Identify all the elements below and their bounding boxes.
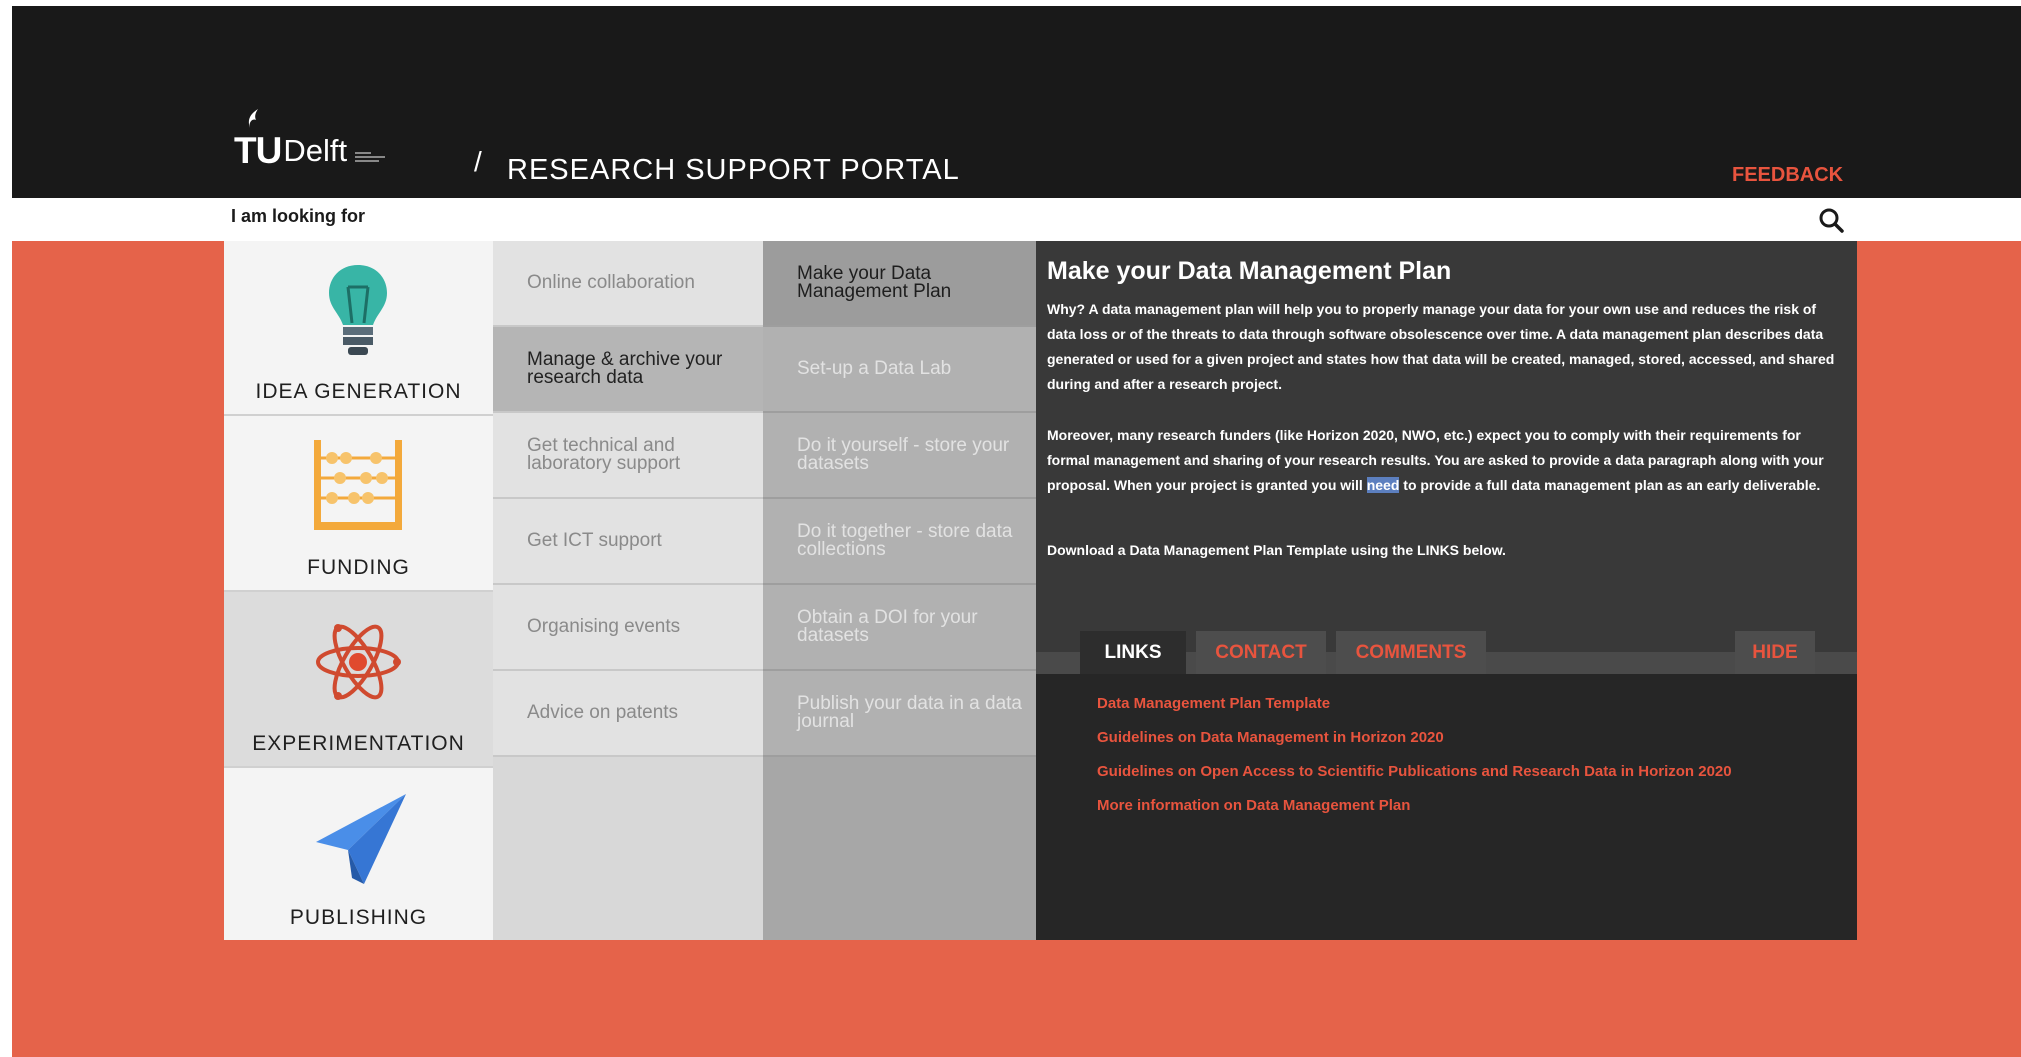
category-label: FUNDING: [307, 556, 410, 579]
menu-item-label: Organising events: [527, 616, 681, 637]
menu-organising-events[interactable]: Organising events: [493, 585, 763, 671]
menu-item-label: Make your Data Management Plan: [797, 263, 952, 302]
menu-item-label: Obtain a DOI for your datasets: [797, 607, 978, 646]
category-funding[interactable]: FUNDING: [224, 416, 493, 592]
menu-store-datasets[interactable]: Do it yourself - store your datasets: [763, 413, 1036, 499]
panel-paragraph-2: Moreover, many research funders (like Ho…: [1047, 423, 1837, 498]
search-label: I am looking for: [231, 206, 366, 226]
menu-item-label: Publish your data in a data journal: [797, 693, 1022, 732]
menu-obtain-doi[interactable]: Obtain a DOI for your datasets: [763, 585, 1036, 671]
menu-ict-support[interactable]: Get ICT support: [493, 499, 763, 585]
tab-comments[interactable]: COMMENTS: [1336, 631, 1486, 674]
subcategory-column: Online collaboration Manage & archive yo…: [493, 241, 763, 940]
menu-publish-data-journal[interactable]: Publish your data in a data journal: [763, 671, 1036, 757]
paper-plane-icon: [316, 794, 406, 884]
page-frame: TU Delft / RESEARCH SUPPORT PORTAL FEEDB…: [12, 6, 2021, 1057]
menu-item-label: Manage & archive your research data: [527, 349, 723, 388]
category-label: IDEA GENERATION: [255, 380, 462, 403]
menu-item-label: Do it together - store data collections: [797, 521, 1013, 560]
abacus-icon: [314, 440, 402, 530]
tab-links[interactable]: LINKS: [1080, 631, 1186, 674]
panel-paragraph-3: Download a Data Management Plan Template…: [1047, 542, 1506, 558]
menu-data-management-plan[interactable]: Make your Data Management Plan: [763, 241, 1036, 327]
category-label: EXPERIMENTATION: [252, 732, 465, 755]
panel-title: Make your Data Management Plan: [1047, 257, 1452, 285]
menu-item-label: Online collaboration: [527, 272, 695, 293]
topic-column: Make your Data Management Plan Set-up a …: [763, 241, 1036, 940]
menu-item-label: Do it yourself - store your datasets: [797, 435, 1010, 474]
top-header: [12, 6, 2021, 198]
tab-contact[interactable]: CONTACT: [1196, 631, 1326, 674]
search-input[interactable]: [392, 204, 1816, 236]
category-idea-generation[interactable]: IDEA GENERATION: [224, 241, 493, 416]
menu-item-label: Get ICT support: [527, 530, 662, 551]
search-icon[interactable]: [1818, 207, 1844, 233]
menu-item-label: Get technical and laboratory support: [527, 435, 681, 474]
category-label: PUBLISHING: [289, 906, 428, 929]
tudelft-logo[interactable]: TU Delft: [234, 109, 386, 169]
menu-item-label: Advice on patents: [527, 702, 679, 723]
category-column: IDEA GENERATION FUNDING EXPERIMENTATION …: [224, 241, 493, 940]
menu-manage-archive-data[interactable]: Manage & archive your research data: [493, 327, 763, 413]
link-dmp-template[interactable]: Data Management Plan Template: [1097, 695, 1330, 712]
menu-online-collaboration[interactable]: Online collaboration: [493, 241, 763, 327]
menu-store-data-collections[interactable]: Do it together - store data collections: [763, 499, 1036, 585]
panel-paragraph-1: Why? A data management plan will help yo…: [1047, 301, 1835, 392]
tab-hide[interactable]: HIDE: [1735, 631, 1815, 674]
menu-technical-lab-support[interactable]: Get technical and laboratory support: [493, 413, 763, 499]
logo-delft-text: Delft: [283, 133, 348, 168]
logo-tu-mark: TU: [234, 109, 282, 169]
selected-text: need: [1366, 477, 1400, 493]
menu-advice-patents[interactable]: Advice on patents: [493, 671, 763, 757]
portal-title[interactable]: RESEARCH SUPPORT PORTAL: [507, 154, 960, 187]
link-more-info-dmp[interactable]: More information on Data Management Plan: [1097, 797, 1410, 814]
link-horizon-data-management[interactable]: Guidelines on Data Management in Horizon…: [1097, 729, 1444, 746]
logo-tagline-mark: [355, 152, 386, 168]
category-publishing[interactable]: PUBLISHING: [224, 768, 493, 940]
feedback-link[interactable]: FEEDBACK: [1732, 164, 1843, 187]
logo-tu-text: TU: [234, 130, 282, 171]
flame-icon: [248, 109, 258, 128]
menu-data-lab[interactable]: Set-up a Data Lab: [763, 327, 1036, 413]
paragraph-text: to provide a full data management plan a…: [1399, 477, 1821, 493]
menu-item-label: Set-up a Data Lab: [797, 358, 952, 379]
category-experimentation[interactable]: EXPERIMENTATION: [224, 592, 493, 768]
atom-icon: [316, 624, 401, 700]
link-horizon-open-access[interactable]: Guidelines on Open Access to Scientific …: [1097, 763, 1732, 780]
breadcrumb-separator: /: [474, 146, 482, 177]
detail-panel: Make your Data Management Plan Why? A da…: [1036, 241, 1857, 940]
lightbulb-icon: [329, 265, 387, 355]
